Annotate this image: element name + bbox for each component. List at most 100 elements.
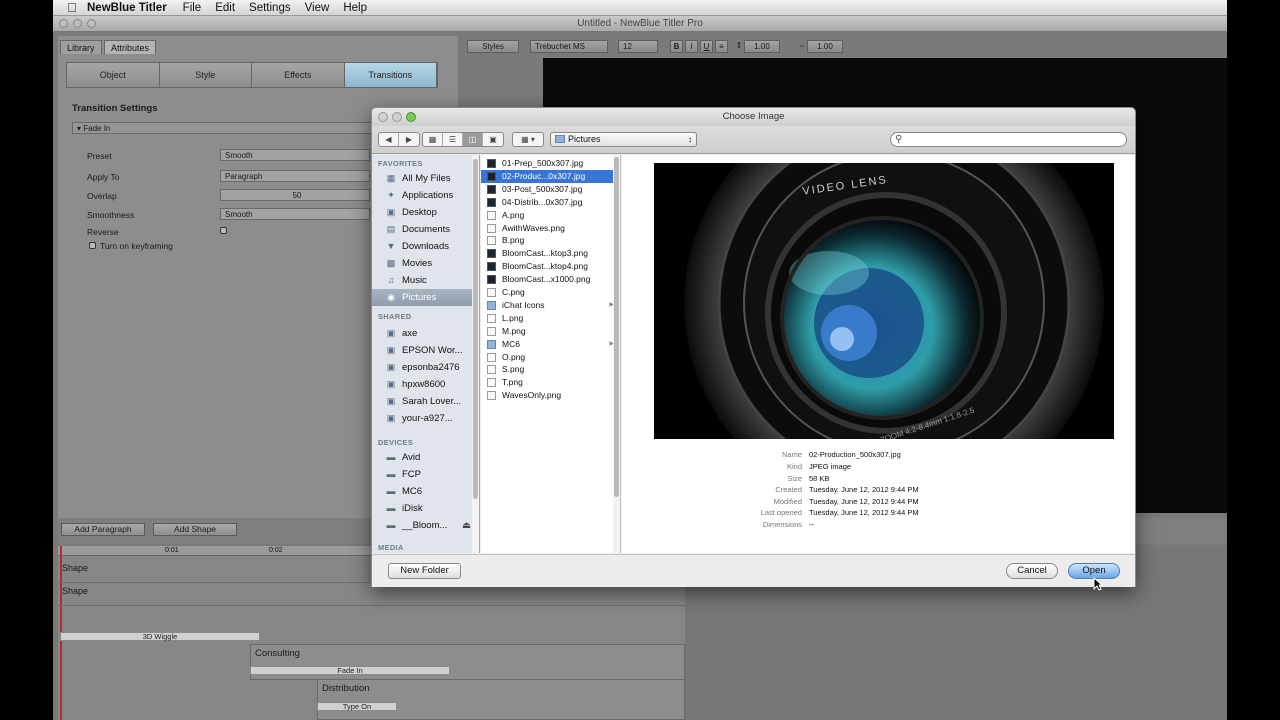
clip-fade-in[interactable]: Fade In — [250, 666, 450, 675]
sidebar-item-documents[interactable]: ▤ Documents — [372, 221, 479, 238]
icon-view-icon[interactable]: ▦ — [423, 133, 443, 146]
file-list-item[interactable]: 02-Produc...0x307.jpg — [481, 169, 620, 183]
scrollbar-thumb[interactable] — [614, 157, 619, 497]
bold-button[interactable]: B — [670, 40, 683, 53]
sidebar-item-desktop[interactable]: ▣ Desktop — [372, 204, 479, 221]
fade-in-group-header[interactable]: ▾ Fade In — [72, 122, 372, 134]
file-list-item[interactable]: A.png — [481, 209, 620, 222]
sidebar-item-music[interactable]: ♫ Music — [372, 272, 479, 289]
dialog-minimize-icon[interactable] — [392, 112, 402, 122]
file-list-item[interactable]: BloomCast...ktop4.png — [481, 260, 620, 273]
arrange-grid-icon[interactable]: ▦ ▾ — [513, 133, 543, 146]
file-list-item[interactable]: MC6 ▶ — [481, 338, 620, 351]
sidebar-item-device[interactable]: ▬ Avid — [372, 449, 479, 466]
menu-view[interactable]: View — [305, 2, 330, 14]
sidebar-scrollbar[interactable] — [472, 155, 479, 553]
strikethrough-icon[interactable]: ≡ — [715, 40, 728, 53]
scrollbar-thumb[interactable] — [473, 159, 478, 499]
clip-3d-wiggle[interactable]: 3D Wiggle — [60, 632, 260, 641]
close-window-icon[interactable] — [59, 19, 68, 28]
menu-app-name[interactable]: NewBlue Titler — [87, 2, 167, 14]
file-name: A.png — [502, 209, 525, 220]
path-popup[interactable]: Pictures ↕ — [550, 132, 697, 147]
sidebar-item-shared[interactable]: ▣ axe — [372, 325, 479, 342]
sidebar-item-device[interactable]: ▬ MC6 — [372, 483, 479, 500]
menu-settings[interactable]: Settings — [249, 2, 291, 14]
file-list-item[interactable]: B.png — [481, 234, 620, 247]
file-list-item[interactable]: S.png — [481, 363, 620, 376]
tab-library[interactable]: Library — [60, 40, 102, 54]
file-list-item[interactable]: T.png — [481, 376, 620, 389]
coverflow-view-icon[interactable]: ▣ — [483, 133, 503, 146]
zoom-window-icon[interactable] — [87, 19, 96, 28]
list-view-icon[interactable]: ☰ — [443, 133, 463, 146]
sidebar-item-shared[interactable]: ▣ your-a927... — [372, 410, 479, 427]
menu-help[interactable]: Help — [343, 2, 367, 14]
file-list-item[interactable]: BloomCast...x1000.png — [481, 273, 620, 286]
font-select[interactable]: Trebuchet MS — [530, 40, 608, 53]
italic-button[interactable]: I — [685, 40, 698, 53]
file-list-item[interactable]: 01-Prep_500x307.jpg — [481, 157, 620, 170]
char-spacing-field[interactable]: 1.00 — [807, 40, 843, 53]
file-list-item[interactable]: 03-Post_500x307.jpg — [481, 183, 620, 196]
add-paragraph-button[interactable]: Add Paragraph — [61, 523, 145, 536]
reverse-checkbox[interactable] — [220, 227, 227, 234]
segment-style[interactable]: Style — [159, 63, 252, 87]
apply-to-select[interactable]: Paragraph — [220, 170, 370, 182]
eject-icon[interactable]: ⏏ — [462, 517, 471, 534]
smoothness-select[interactable]: Smooth — [220, 208, 370, 220]
block-distribution[interactable]: Distribution — [317, 679, 685, 720]
sidebar-item-shared[interactable]: ▣ hpxw8600 — [372, 376, 479, 393]
file-list-item[interactable]: WavesOnly.png — [481, 389, 620, 402]
file-column-scrollbar[interactable] — [613, 155, 620, 553]
file-list-item[interactable]: iChat Icons ▶ — [481, 299, 620, 312]
cancel-button[interactable]: Cancel — [1006, 563, 1058, 579]
keyframing-checkbox[interactable] — [89, 242, 96, 249]
segment-effects[interactable]: Effects — [252, 63, 345, 87]
sidebar-item-shared[interactable]: ▣ epsonba2476 — [372, 359, 479, 376]
sidebar-item-shared[interactable]: ▣ Sarah Lover... — [372, 393, 479, 410]
line-spacing-field[interactable]: 1.00 — [744, 40, 780, 53]
add-shape-button[interactable]: Add Shape — [153, 523, 237, 536]
segment-object[interactable]: Object — [67, 63, 160, 87]
file-list-item[interactable]: M.png — [481, 325, 620, 338]
menu-file[interactable]: File — [183, 2, 202, 14]
tab-attributes[interactable]: Attributes — [104, 40, 157, 54]
sidebar-item-downloads[interactable]: ▼ Downloads — [372, 238, 479, 255]
overlap-slider[interactable]: 50 — [220, 189, 370, 201]
font-size-select[interactable]: 12 — [618, 40, 658, 53]
search-input[interactable]: ⚲ — [890, 132, 1127, 147]
computer-icon: ▣ — [386, 345, 396, 355]
sidebar-item-shared[interactable]: ▣ EPSON Wor... — [372, 342, 479, 359]
apple-icon[interactable]:  — [65, 0, 79, 15]
clip-type-on[interactable]: Type On — [317, 702, 397, 711]
forward-arrow-icon[interactable]: ▶ — [399, 133, 419, 146]
dialog-zoom-icon[interactable] — [406, 112, 416, 122]
minimize-window-icon[interactable] — [73, 19, 82, 28]
file-list-item[interactable]: O.png — [481, 351, 620, 364]
back-arrow-icon[interactable]: ◀ — [379, 133, 399, 146]
dialog-close-icon[interactable] — [378, 112, 388, 122]
sidebar-item-device[interactable]: ▬ FCP — [372, 466, 479, 483]
file-list-item[interactable]: C.png — [481, 286, 620, 299]
sidebar-item-pictures[interactable]: ◉ Pictures — [372, 289, 479, 306]
sidebar-item-label: Sarah Lover... — [402, 396, 462, 407]
sidebar-item-applications[interactable]: ✦ Applications — [372, 187, 479, 204]
styles-button[interactable]: Styles — [467, 40, 519, 53]
menu-edit[interactable]: Edit — [215, 2, 235, 14]
file-list-item[interactable]: BloomCast...ktop3.png — [481, 247, 620, 260]
sidebar-item-device[interactable]: ▬ iDisk — [372, 500, 479, 517]
new-folder-button[interactable]: New Folder — [388, 563, 461, 579]
sidebar-item-all-my-files[interactable]: ▦ All My Files — [372, 170, 479, 187]
segment-transitions[interactable]: Transitions — [344, 63, 437, 87]
dialog-toolbar: ◀ ▶ ▦ ☰ ◫ ▣ ▦ ▾ Pictures ↕ ⚲ — [372, 126, 1135, 154]
sidebar-item-device[interactable]: ▬ __Bloom... ⏏ — [372, 517, 479, 534]
underline-button[interactable]: U — [700, 40, 713, 53]
preset-select[interactable]: Smooth — [220, 149, 370, 161]
column-view-icon[interactable]: ◫ — [463, 133, 483, 146]
file-list-item[interactable]: L.png — [481, 312, 620, 325]
track-row[interactable]: Shape — [58, 584, 685, 606]
file-list-item[interactable]: AwithWaves.png — [481, 222, 620, 235]
file-list-item[interactable]: 04-Distrib...0x307.jpg — [481, 196, 620, 209]
sidebar-item-movies[interactable]: ▩ Movies — [372, 255, 479, 272]
